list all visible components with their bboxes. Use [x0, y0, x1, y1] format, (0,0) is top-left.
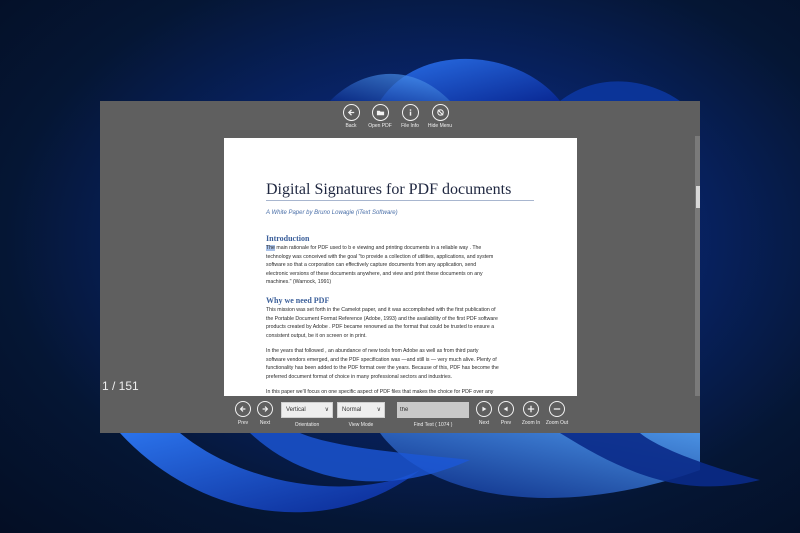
find-next-label: Next — [478, 420, 490, 426]
arrow-left-icon — [235, 401, 251, 417]
view-mode-value: Normal — [342, 407, 362, 413]
page-counter: 1 / 151 — [102, 379, 139, 393]
plus-icon — [523, 401, 539, 417]
open-folder-icon — [371, 104, 389, 121]
triangle-right-icon — [476, 401, 492, 417]
paragraph-line: products created by Adobe . PDF became r… — [266, 324, 495, 331]
line-text: main rationale for PDF used to b e viewi… — [274, 245, 482, 251]
hide-menu-label: Hide Menu — [427, 123, 453, 129]
hide-menu-button[interactable]: Hide Menu — [418, 104, 462, 129]
paragraph-line: the Portable Document Format Reference (… — [266, 315, 498, 322]
find-text-label: Find Text ( 1074 ) — [413, 422, 453, 428]
search-highlight: The — [266, 245, 275, 251]
zoom-in-label: Zoom In — [521, 420, 541, 426]
title-rule — [266, 200, 534, 201]
zoom-out-button[interactable]: Zoom Out — [543, 401, 571, 426]
paragraph-line: software vendors emerged, and the PDF sp… — [266, 356, 497, 363]
prev-page-button[interactable]: Prev — [234, 401, 252, 426]
chevron-down-icon: ∨ — [376, 407, 381, 413]
orientation-label: Orientation — [294, 422, 320, 428]
top-toolbar: Back Open PDF File Info Hide Menu — [100, 101, 700, 135]
triangle-left-icon — [498, 401, 514, 417]
paragraph-line: electronic versions of these documents a… — [266, 270, 483, 277]
back-arrow-icon — [342, 104, 360, 121]
paragraph-line: functionality has been added to the PDF … — [266, 365, 499, 372]
history-paragraph: In the years that followed , an abundanc… — [266, 347, 538, 381]
next-page-button[interactable]: Next — [256, 401, 274, 426]
document-subtitle: A White Paper by Bruno Lowagie (iText So… — [266, 210, 398, 216]
info-icon — [401, 104, 419, 121]
paragraph-line: software so that a corporation can effec… — [266, 262, 477, 269]
arrow-right-icon — [257, 401, 273, 417]
focus-paragraph: In this paper we'll focus on one specifi… — [266, 388, 538, 396]
find-next-button[interactable]: Next — [475, 401, 493, 426]
chevron-down-icon: ∨ — [324, 407, 329, 413]
why-pdf-paragraph: This mission was set forth in the Camelo… — [266, 306, 538, 340]
paragraph-line: The main rationale for PDF used to b e v… — [266, 244, 538, 253]
paragraph-line: This mission was set forth in the Camelo… — [266, 307, 496, 313]
paragraph-line: technology was conceived with the goal "… — [266, 253, 494, 260]
document-title: Digital Signatures for PDF documents — [266, 181, 512, 198]
paragraph-line: preferred document format of choice in m… — [266, 373, 452, 380]
find-text-input[interactable] — [397, 402, 469, 418]
prev-label: Prev — [237, 420, 249, 426]
pdf-viewer-window: Back Open PDF File Info Hide Menu 1 / 15… — [100, 101, 700, 433]
view-mode-select[interactable]: Normal ∨ — [337, 402, 385, 418]
pdf-page: Digital Signatures for PDF documents A W… — [224, 138, 577, 396]
bottom-toolbar: Prev Next Vertical ∨ Orientation Normal … — [100, 397, 700, 433]
scrollbar-thumb[interactable] — [696, 186, 700, 208]
find-prev-button[interactable]: Prev — [497, 401, 515, 426]
orientation-value: Vertical — [286, 407, 306, 413]
next-label: Next — [259, 420, 271, 426]
orientation-select[interactable]: Vertical ∨ — [281, 402, 333, 418]
paragraph-line: In the years that followed , an abundanc… — [266, 348, 479, 354]
section-heading-why-pdf: Why we need PDF — [266, 296, 330, 305]
hide-menu-icon — [431, 104, 449, 121]
minus-icon — [549, 401, 565, 417]
paragraph-line: consistent output, be it on screen or in… — [266, 332, 367, 339]
vertical-scrollbar[interactable] — [695, 136, 700, 396]
zoom-out-label: Zoom Out — [545, 420, 569, 426]
paragraph-line: In this paper we'll focus on one specifi… — [266, 389, 494, 395]
paragraph-line: machines." (Warnock, 1991) — [266, 279, 332, 286]
view-mode-label: View Mode — [348, 422, 374, 428]
zoom-in-button[interactable]: Zoom In — [518, 401, 544, 426]
introduction-paragraph: The main rationale for PDF used to b e v… — [266, 244, 538, 287]
find-prev-label: Prev — [500, 420, 512, 426]
section-heading-introduction: Introduction — [266, 234, 310, 243]
